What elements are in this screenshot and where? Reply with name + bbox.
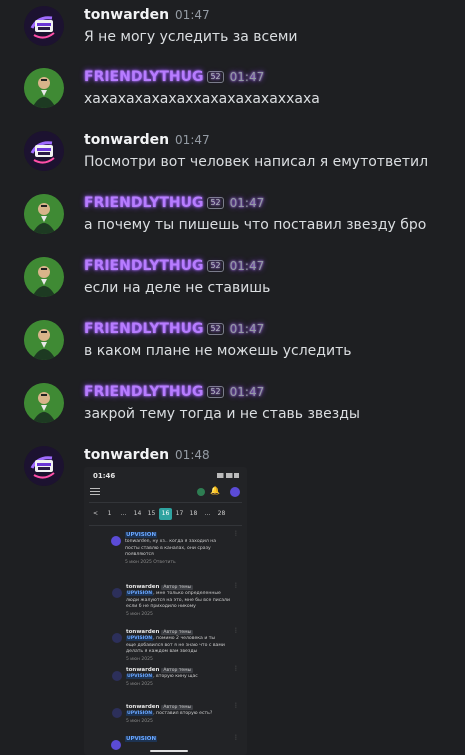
commenter-name: tonwarden Автор темы — [126, 629, 194, 635]
comment-text: если б не приходило никому — [126, 604, 196, 609]
page-button[interactable]: 15 — [145, 508, 158, 520]
commenter-name: UPVISION — [125, 532, 158, 538]
commenter-avatar — [112, 671, 122, 681]
user-badge: 52 — [207, 260, 224, 272]
bell-icon: 🔔 — [210, 486, 220, 495]
message-text: если на деле не ставишь — [84, 280, 271, 296]
author-tag: Автор темы — [161, 630, 194, 635]
username[interactable]: FRIENDLYTHUG — [84, 384, 203, 400]
page-button[interactable]: ... — [117, 508, 130, 520]
commenter-name: UPVISION — [125, 736, 158, 742]
more-options-icon[interactable]: ⋮ — [233, 530, 239, 537]
message-header: FRIENDLYTHUG 52 01:47 — [84, 320, 264, 338]
pagination: <1... 14 15 16 17 18... 28 — [89, 508, 229, 520]
message-header: FRIENDLYTHUG 52 01:47 — [84, 194, 264, 212]
user-avatar[interactable] — [24, 446, 64, 486]
message-text: в каком плане не можешь уследить — [84, 343, 352, 359]
more-options-icon[interactable]: ⋮ — [233, 627, 239, 634]
comment-date: 5 июн 2025 — [126, 718, 153, 724]
message-header: FRIENDLYTHUG 52 01:47 — [84, 257, 264, 275]
page-button[interactable]: < — [89, 508, 102, 520]
user-avatar[interactable] — [24, 6, 64, 46]
page-button[interactable]: 16 — [159, 508, 172, 520]
message-timestamp: 01:47 — [229, 70, 265, 84]
commenter-name: tonwarden Автор темы — [126, 667, 194, 673]
commenter-name: tonwarden Автор темы — [126, 584, 194, 590]
username[interactable]: FRIENDLYTHUG — [84, 69, 203, 85]
commenter-avatar — [111, 536, 121, 546]
comment-text: появляются — [125, 552, 154, 557]
more-options-icon[interactable]: ⋮ — [233, 665, 239, 672]
commenter-avatar — [112, 708, 122, 718]
message-header: tonwarden 01:48 — [84, 446, 210, 464]
message-header: FRIENDLYTHUG 52 01:47 — [84, 68, 264, 86]
message-text: а почему ты пишешь что поставил звезду б… — [84, 217, 427, 233]
user-avatar[interactable] — [24, 320, 64, 360]
user-badge: 52 — [207, 323, 224, 335]
message-timestamp: 01:47 — [175, 133, 210, 147]
username[interactable]: FRIENDLYTHUG — [84, 195, 203, 211]
commenter-avatar — [111, 740, 121, 750]
phone-status-time: 01:46 — [93, 472, 116, 480]
page-button[interactable]: 17 — [173, 508, 186, 520]
commenter-avatar — [112, 588, 122, 598]
message-text: Посмотри вот человек написал я емутответ… — [84, 154, 429, 170]
more-options-icon[interactable]: ⋮ — [233, 734, 239, 741]
commenter-avatar — [112, 633, 122, 643]
message-header: tonwarden 01:47 — [84, 6, 210, 24]
username[interactable]: tonwarden — [84, 7, 169, 23]
comment-date: 5 июн 2025 — [126, 611, 153, 617]
online-icon — [197, 488, 205, 496]
page-button[interactable]: ... — [201, 508, 214, 520]
page-button[interactable]: 14 — [131, 508, 144, 520]
signal-icon — [217, 473, 239, 478]
comment-text: UPVISION, вторую кину щас — [126, 674, 198, 679]
message-timestamp: 01:47 — [229, 196, 265, 210]
message-text: хахахахахахаххахахахахаххаха — [84, 91, 320, 107]
user-avatar[interactable] — [24, 194, 64, 234]
message-timestamp: 01:47 — [229, 259, 265, 273]
comment-text: делать я каждом вам звезды — [126, 649, 198, 654]
user-avatar[interactable] — [24, 383, 64, 423]
more-options-icon[interactable]: ⋮ — [233, 582, 239, 589]
author-tag: Автор темы — [161, 585, 194, 590]
menu-icon — [90, 488, 100, 497]
comment-text: UPVISION, поставил вторую есть? — [126, 711, 213, 716]
user-avatar[interactable] — [24, 257, 64, 297]
user-avatar[interactable] — [24, 68, 64, 108]
divider — [89, 525, 242, 526]
message-timestamp: 01:47 — [175, 8, 210, 22]
message-header: FRIENDLYTHUG 52 01:47 — [84, 383, 264, 401]
message-timestamp: 01:48 — [175, 448, 210, 462]
message-timestamp: 01:47 — [229, 385, 265, 399]
page-button[interactable]: 28 — [215, 508, 228, 520]
message-text: закрой тему тогда и не ставь звезды — [84, 406, 360, 422]
user-badge: 52 — [207, 71, 224, 83]
message-timestamp: 01:47 — [229, 322, 265, 336]
commenter-name: tonwarden Автор темы — [126, 704, 194, 710]
username[interactable]: tonwarden — [84, 132, 169, 148]
home-indicator — [150, 750, 188, 752]
author-tag: Автор темы — [161, 705, 194, 710]
profile-avatar — [230, 487, 240, 497]
username[interactable]: FRIENDLYTHUG — [84, 321, 203, 337]
author-tag: Автор темы — [161, 668, 194, 673]
user-avatar[interactable] — [24, 131, 64, 171]
page-button[interactable]: 1 — [103, 508, 116, 520]
divider — [89, 502, 242, 503]
page-button[interactable]: 18 — [187, 508, 200, 520]
message-header: tonwarden 01:47 — [84, 131, 210, 149]
message-text: Я не могу уследить за всеми — [84, 29, 298, 45]
username[interactable]: tonwarden — [84, 447, 169, 463]
user-badge: 52 — [207, 386, 224, 398]
comment-date: 5 июн 2025 Ответить — [125, 559, 176, 565]
more-options-icon[interactable]: ⋮ — [233, 702, 239, 709]
user-badge: 52 — [207, 197, 224, 209]
username[interactable]: FRIENDLYTHUG — [84, 258, 203, 274]
comment-date: 5 июн 2025 — [126, 681, 153, 687]
image-attachment[interactable]: 01:46 🔔 <1... 14 15 16 17 18... 28 UPVISION ⋮ to… — [84, 467, 247, 755]
comment-date: 5 июн 2025 — [126, 656, 153, 662]
